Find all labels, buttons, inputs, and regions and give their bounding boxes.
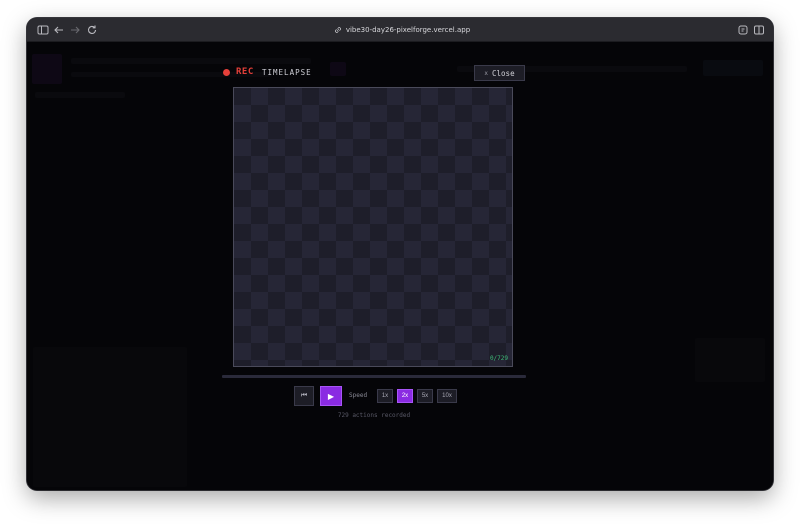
close-button[interactable]: x Close <box>474 65 525 81</box>
play-button[interactable]: ▶ <box>320 386 342 406</box>
speed-5x-button[interactable]: 5x <box>417 389 433 403</box>
sidebar-icon[interactable] <box>36 23 50 37</box>
back-arrow-icon[interactable] <box>52 23 66 37</box>
frame-counter: 0/729 <box>489 355 508 362</box>
url-text: vibe30-day26-pixelforge.vercel.app <box>345 26 471 34</box>
close-button-label: Close <box>492 68 515 78</box>
skip-back-icon: ⏮ <box>300 392 308 399</box>
timelapse-title: TIMELAPSE <box>262 68 312 77</box>
link-icon <box>334 26 342 34</box>
restart-button[interactable]: ⏮ <box>294 386 314 406</box>
close-icon: x <box>484 69 489 77</box>
address-bar[interactable]: vibe30-day26-pixelforge.vercel.app <box>327 23 477 37</box>
rec-label: REC <box>236 67 254 77</box>
speed-label: Speed <box>349 392 368 399</box>
reload-icon[interactable] <box>85 23 99 37</box>
speed-10x-button[interactable]: 10x <box>437 389 457 403</box>
playback-progress-bar[interactable] <box>222 375 526 378</box>
timelapse-canvas: 0/729 <box>233 87 513 367</box>
forward-arrow-icon[interactable] <box>68 23 82 37</box>
browser-titlebar: vibe30-day26-pixelforge.vercel.app <box>27 18 773 42</box>
split-view-icon[interactable] <box>752 23 766 37</box>
extension-icon[interactable] <box>736 23 750 37</box>
play-icon: ▶ <box>327 391 335 401</box>
actions-recorded-status: 729 actions recorded <box>337 412 411 419</box>
record-dot-icon <box>223 69 230 76</box>
timelapse-header: REC TIMELAPSE x Close <box>222 65 526 81</box>
speed-2x-button[interactable]: 2x <box>397 389 413 403</box>
speed-1x-button[interactable]: 1x <box>377 389 393 403</box>
